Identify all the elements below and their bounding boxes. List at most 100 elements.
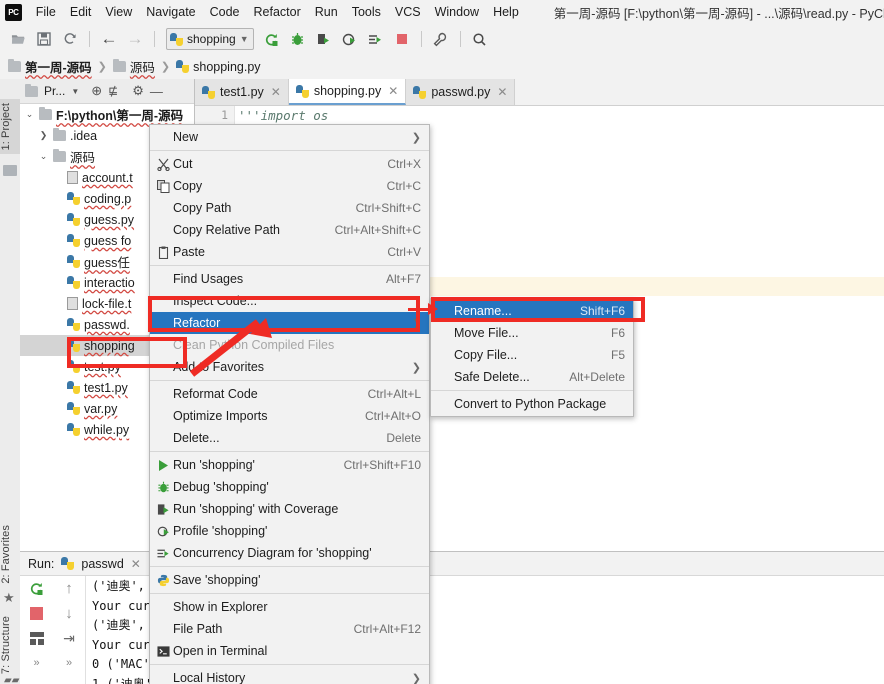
run-icon[interactable] bbox=[260, 27, 284, 51]
menu-item[interactable]: Inspect Code... bbox=[150, 290, 429, 312]
stop-icon[interactable] bbox=[28, 605, 46, 621]
breadcrumb-item-2[interactable]: shopping.py bbox=[176, 59, 261, 74]
scissors-icon bbox=[154, 158, 173, 171]
menu-item[interactable]: Convert to Python Package bbox=[431, 393, 633, 415]
close-icon[interactable]: ✕ bbox=[271, 85, 281, 99]
rerun-icon[interactable] bbox=[28, 580, 46, 596]
menu-item[interactable]: Move File... F6 bbox=[431, 322, 633, 344]
breadcrumb-label-2: shopping.py bbox=[193, 59, 261, 74]
run-with-coverage-icon[interactable] bbox=[312, 27, 336, 51]
menu-item[interactable]: Delete... Delete bbox=[150, 427, 429, 449]
terminal-icon bbox=[154, 645, 173, 658]
chevron-right-icon[interactable]: ❯ bbox=[38, 130, 49, 141]
project-panel-title[interactable]: Pr... bbox=[44, 84, 65, 98]
menu-item[interactable]: Concurrency Diagram for 'shopping' bbox=[150, 542, 429, 564]
menu-navigate[interactable]: Navigate bbox=[139, 2, 202, 22]
locate-icon[interactable]: ⊕ bbox=[91, 83, 102, 99]
menu-item[interactable]: Reformat Code Ctrl+Alt+L bbox=[150, 383, 429, 405]
up-icon[interactable]: ↑ bbox=[60, 580, 78, 597]
menu-item[interactable]: Add to Favorites ❯ bbox=[150, 356, 429, 378]
menu-item[interactable]: Show in Explorer bbox=[150, 596, 429, 618]
menu-item[interactable]: Rename... Shift+F6 bbox=[431, 300, 633, 322]
hide-icon[interactable]: — bbox=[150, 84, 163, 99]
editor-tab[interactable]: shopping.py ✕ bbox=[288, 79, 407, 105]
chevron-down-icon[interactable]: ▼ bbox=[71, 87, 79, 96]
menu-help[interactable]: Help bbox=[486, 2, 526, 22]
project-folder-icon bbox=[3, 165, 17, 176]
search-icon[interactable] bbox=[468, 27, 492, 51]
tree-row-label: guess任 bbox=[84, 256, 130, 270]
menu-run[interactable]: Run bbox=[308, 2, 345, 22]
arrow-left-icon[interactable]: ← bbox=[97, 27, 121, 51]
collapse-all-icon[interactable]: ⋢ bbox=[108, 84, 118, 98]
menu-item[interactable]: Run 'shopping' Ctrl+Shift+F10 bbox=[150, 454, 429, 476]
gear-icon[interactable]: ⚙ bbox=[132, 83, 144, 99]
down-icon[interactable]: ↓ bbox=[60, 605, 78, 622]
menu-item[interactable]: Find Usages Alt+F7 bbox=[150, 268, 429, 290]
menu-item[interactable]: Open in Terminal bbox=[150, 640, 429, 662]
print-icon[interactable] bbox=[28, 630, 46, 646]
menu-tools[interactable]: Tools bbox=[345, 2, 388, 22]
code-line: '''import os bbox=[235, 106, 884, 125]
arrow-right-icon[interactable]: → bbox=[123, 27, 147, 51]
save-icon[interactable] bbox=[32, 27, 56, 51]
run-tab-label[interactable]: passwd bbox=[81, 557, 123, 571]
close-icon[interactable]: ✕ bbox=[497, 85, 507, 99]
menu-item[interactable]: Profile 'shopping' bbox=[150, 520, 429, 542]
menu-item[interactable]: Paste Ctrl+V bbox=[150, 241, 429, 263]
menu-vcs[interactable]: VCS bbox=[388, 2, 428, 22]
menu-item[interactable]: Copy Ctrl+C bbox=[150, 175, 429, 197]
menu-item[interactable]: Copy Path Ctrl+Shift+C bbox=[150, 197, 429, 219]
menu-item-label: Local History bbox=[173, 671, 246, 684]
chevron-down-icon: ▼ bbox=[239, 34, 249, 44]
chevron-down-icon[interactable]: ⌄ bbox=[24, 109, 35, 120]
sidebar-item-favorites[interactable]: 2: Favorites bbox=[0, 521, 20, 588]
menu-window[interactable]: Window bbox=[428, 2, 486, 22]
menu-item[interactable]: Refactor ❯ bbox=[150, 312, 429, 334]
sidebar-item-structure[interactable]: 7: Structure bbox=[0, 612, 20, 678]
sidebar-item-project[interactable]: 1: Project bbox=[0, 99, 20, 155]
menu-item[interactable]: Local History ❯ bbox=[150, 667, 429, 684]
soft-wrap-icon[interactable]: ⇥ bbox=[60, 630, 78, 646]
menu-item[interactable]: Copy Relative Path Ctrl+Alt+Shift+C bbox=[150, 219, 429, 241]
menu-item-label: Debug 'shopping' bbox=[173, 480, 269, 494]
wrench-icon[interactable] bbox=[429, 27, 453, 51]
menu-item[interactable]: Copy File... F5 bbox=[431, 344, 633, 366]
menu-item[interactable]: Safe Delete... Alt+Delete bbox=[431, 366, 633, 388]
close-icon[interactable]: ✕ bbox=[131, 557, 141, 571]
stop-icon[interactable] bbox=[390, 27, 414, 51]
menu-item[interactable]: File Path Ctrl+Alt+F12 bbox=[150, 618, 429, 640]
concurrency-icon[interactable] bbox=[364, 27, 388, 51]
menu-item[interactable]: Run 'shopping' with Coverage bbox=[150, 498, 429, 520]
sync-icon[interactable] bbox=[58, 27, 82, 51]
menu-item[interactable]: Cut Ctrl+X bbox=[150, 153, 429, 175]
run-configuration-selector[interactable]: shopping ▼ bbox=[166, 28, 254, 50]
menu-item[interactable]: New ❯ bbox=[150, 126, 429, 148]
chevron-down-icon[interactable]: ⌄ bbox=[38, 151, 49, 162]
folder-icon bbox=[8, 59, 21, 72]
menu-file[interactable]: File bbox=[29, 2, 63, 22]
file-context-menu: New ❯ Cut Ctrl+X Copy Ctrl+C Copy Path Ctrl+Shi… bbox=[149, 124, 430, 684]
close-icon[interactable]: ✕ bbox=[388, 84, 398, 98]
menu-item-label: File Path bbox=[173, 622, 223, 636]
editor-tab[interactable]: test1.py ✕ bbox=[195, 79, 289, 105]
run-icon bbox=[154, 459, 173, 472]
menu-item[interactable]: Save 'shopping' bbox=[150, 569, 429, 591]
profile-icon[interactable] bbox=[338, 27, 362, 51]
more-actions-icon[interactable]: » bbox=[60, 655, 78, 671]
editor-tab[interactable]: passwd.py ✕ bbox=[406, 79, 516, 105]
menu-code[interactable]: Code bbox=[203, 2, 247, 22]
menu-view[interactable]: View bbox=[98, 2, 139, 22]
debug-icon[interactable] bbox=[286, 27, 310, 51]
menu-edit[interactable]: Edit bbox=[63, 2, 99, 22]
menu-item[interactable]: Debug 'shopping' bbox=[150, 476, 429, 498]
breadcrumb-item-0[interactable]: 第一周-源码 bbox=[8, 57, 92, 76]
tree-row[interactable]: ⌄ F:\python\第一周-源码 bbox=[20, 104, 194, 125]
open-folder-icon[interactable] bbox=[6, 27, 30, 51]
menu-refactor[interactable]: Refactor bbox=[247, 2, 308, 22]
tree-row-label: lock-file.t bbox=[82, 296, 132, 311]
breadcrumb-item-1[interactable]: 源码 bbox=[112, 57, 155, 76]
menu-item-label: Optimize Imports bbox=[173, 409, 268, 423]
menu-item[interactable]: Optimize Imports Ctrl+Alt+O bbox=[150, 405, 429, 427]
more-actions-icon[interactable]: » bbox=[28, 655, 46, 671]
